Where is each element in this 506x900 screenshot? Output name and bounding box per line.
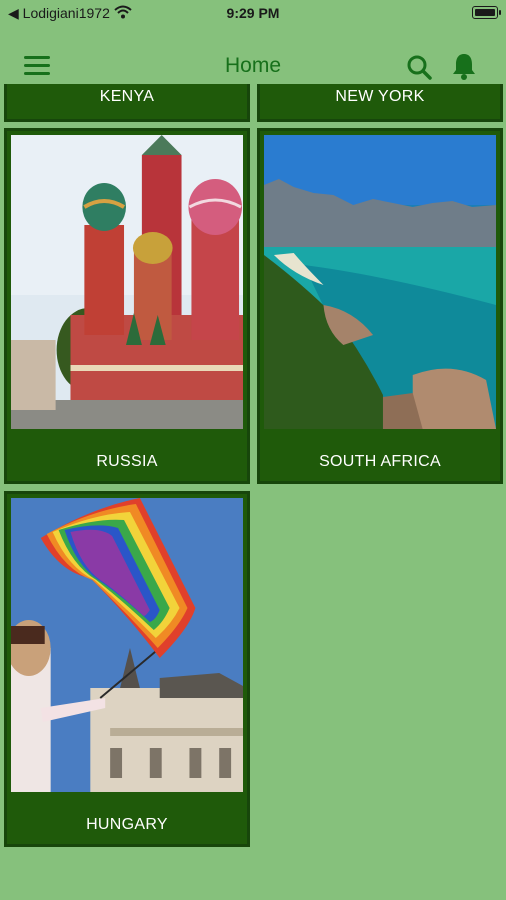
card-label: HUNGARY [86, 816, 168, 833]
south-africa-image [264, 135, 496, 429]
card-label: RUSSIA [96, 453, 158, 470]
battery-icon [472, 6, 501, 19]
destination-card-new-york[interactable]: NEW YORK [257, 84, 503, 122]
destination-card-kenya[interactable]: KENYA [4, 84, 250, 122]
destination-card-south-africa[interactable]: SOUTH AFRICA [257, 128, 503, 484]
destination-card-russia[interactable]: RUSSIA [4, 128, 250, 484]
bell-icon[interactable] [452, 52, 476, 80]
search-icon[interactable] [406, 54, 432, 80]
card-label: KENYA [99, 88, 155, 105]
clock: 9:29 PM [226, 5, 280, 21]
russia-image [11, 135, 243, 429]
hungary-image [11, 498, 243, 792]
card-label: NEW YORK [335, 88, 425, 105]
card-label: SOUTH AFRICA [319, 453, 441, 470]
status-bar: ◀ Lodigiani1972 9:29 PM [0, 0, 506, 28]
destination-card-hungary[interactable]: HUNGARY [4, 491, 250, 847]
